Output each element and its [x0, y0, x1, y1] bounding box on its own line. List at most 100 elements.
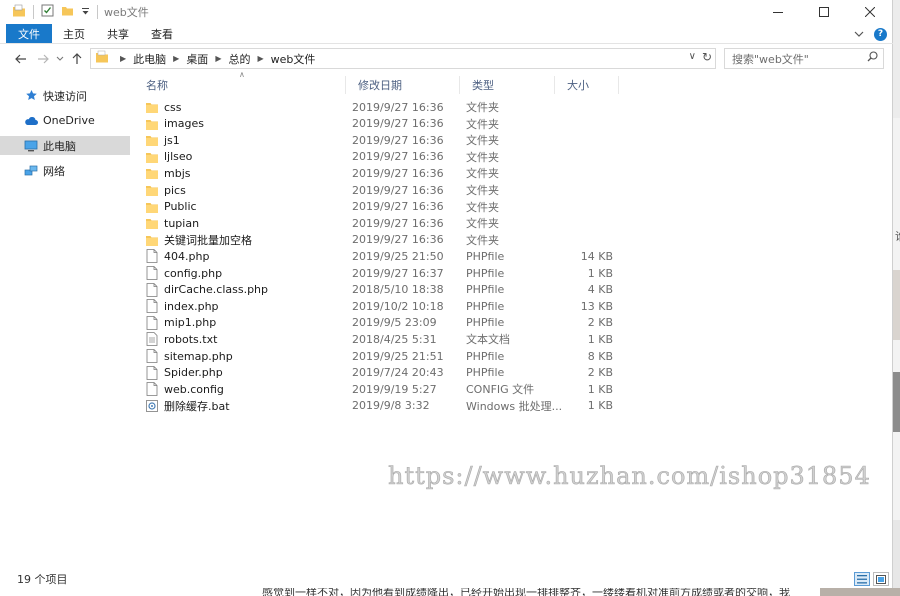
- table-row[interactable]: pics 2019/9/27 16:36 文件夹: [134, 182, 634, 198]
- forward-button[interactable]: [32, 48, 54, 70]
- details-view-button[interactable]: [854, 572, 870, 586]
- file-type: PHPfile: [466, 366, 505, 380]
- explorer-window: web文件 文件 主页 共享 查看 ? ▶ 此电脑 ▶ 桌面 ▶ 总的 ▶ we…: [0, 0, 893, 588]
- table-row[interactable]: sitemap.php 2019/9/25 21:51 PHPfile 8 KB: [134, 348, 634, 364]
- sidebar-item-network[interactable]: 网络: [0, 161, 130, 180]
- column-header-date[interactable]: 修改日期: [346, 76, 460, 94]
- sidebar-item-onedrive[interactable]: OneDrive: [0, 111, 130, 130]
- file-name-text: js1: [164, 133, 180, 147]
- file-type: PHPfile: [466, 266, 505, 280]
- breadcrumb-this-pc[interactable]: 此电脑: [133, 51, 166, 67]
- background-text: 感觉到一样不对，因为他看到成绩降出，已经开始出现一排排整齐，一缕缕着机对准前方成…: [262, 588, 790, 596]
- help-icon[interactable]: ?: [874, 27, 887, 41]
- folder-icon: [95, 50, 109, 67]
- background-strip: [820, 588, 900, 596]
- tab-home[interactable]: 主页: [52, 24, 96, 43]
- file-name-text: tupian: [164, 216, 200, 230]
- table-row[interactable]: web.config 2019/9/19 5:27 CONFIG 文件 1 KB: [134, 381, 634, 397]
- table-row[interactable]: index.php 2019/10/2 10:18 PHPfile 13 KB: [134, 298, 634, 314]
- sidebar-item-this-pc[interactable]: 此电脑: [0, 136, 130, 155]
- table-row[interactable]: ljlseo 2019/9/27 16:36 文件夹: [134, 149, 634, 165]
- chevron-right-icon[interactable]: ▶: [215, 54, 221, 63]
- file-name: sitemap.php: [146, 349, 233, 363]
- search-input[interactable]: 搜索"web文件": [724, 48, 884, 69]
- tab-view[interactable]: 查看: [140, 24, 184, 43]
- file-date: 2019/9/5 23:09: [352, 316, 437, 330]
- chevron-right-icon[interactable]: ▶: [173, 54, 179, 63]
- close-button[interactable]: [847, 0, 893, 24]
- window-title: web文件: [104, 6, 149, 19]
- up-button[interactable]: [66, 48, 88, 70]
- file-date: 2019/10/2 10:18: [352, 299, 444, 313]
- back-button[interactable]: [10, 48, 32, 70]
- file-type: 文本文档: [466, 333, 510, 347]
- new-folder-icon[interactable]: [61, 4, 74, 20]
- table-row[interactable]: 关键词批量加空格 2019/9/27 16:36 文件夹: [134, 232, 634, 248]
- file-name: config.php: [146, 266, 222, 280]
- background-page-text: 感觉到一样不对，因为他看到成绩降出，已经开始出现一排排整齐，一缕缕着机对准前方成…: [0, 588, 900, 596]
- sidebar-item-quick-access[interactable]: 快速访问: [0, 86, 130, 105]
- file-name: js1: [146, 133, 180, 147]
- file-name: robots.txt: [146, 332, 218, 347]
- table-row[interactable]: 404.php 2019/9/25 21:50 PHPfile 14 KB: [134, 248, 634, 264]
- breadcrumb-zongde[interactable]: 总的: [228, 51, 250, 67]
- sidebar-item-label: 快速访问: [43, 89, 87, 103]
- expand-ribbon-icon[interactable]: [854, 27, 864, 41]
- table-row[interactable]: dirCache.class.php 2018/5/10 18:38 PHPfile…: [134, 282, 634, 298]
- properties-icon[interactable]: [41, 4, 54, 20]
- table-row[interactable]: config.php 2019/9/27 16:37 PHPfile 1 KB: [134, 265, 634, 281]
- toolbar-separator: [97, 5, 98, 19]
- file-type: CONFIG 文件: [466, 383, 535, 397]
- table-row[interactable]: Spider.php 2019/7/24 20:43 PHPfile 2 KB: [134, 365, 634, 381]
- column-header-name[interactable]: 名称 ∧: [134, 70, 346, 94]
- table-row[interactable]: tupian 2019/9/27 16:36 文件夹: [134, 215, 634, 231]
- file-type: 文件夹: [466, 117, 499, 131]
- file-date: 2019/9/19 5:27: [352, 382, 437, 396]
- window-controls: [755, 0, 893, 24]
- address-bar[interactable]: ▶ 此电脑 ▶ 桌面 ▶ 总的 ▶ web文件 ∨ ↻: [90, 48, 716, 69]
- file-name: tupian: [146, 216, 199, 230]
- table-row[interactable]: js1 2019/9/27 16:36 文件夹: [134, 132, 634, 148]
- tab-share[interactable]: 共享: [96, 24, 140, 43]
- column-header-type[interactable]: 类型: [460, 76, 555, 94]
- table-row[interactable]: mip1.php 2019/9/5 23:09 PHPfile 2 KB: [134, 315, 634, 331]
- file-name-text: config.php: [164, 266, 223, 280]
- breadcrumb-web-folder[interactable]: web文件: [271, 51, 316, 67]
- minimize-button[interactable]: [755, 0, 801, 24]
- large-icons-view-button[interactable]: [873, 572, 889, 586]
- chevron-down-icon[interactable]: [81, 5, 90, 19]
- file-size: 1 KB: [587, 382, 613, 396]
- file-name: pics: [146, 183, 186, 197]
- file-name-text: images: [164, 117, 204, 131]
- table-row[interactable]: robots.txt 2018/4/25 5:31 文本文档 1 KB: [134, 331, 634, 347]
- column-header-label: 大小: [567, 79, 589, 92]
- chevron-down-icon[interactable]: ∨: [689, 51, 696, 62]
- file-icon: [146, 249, 164, 264]
- chevron-right-icon[interactable]: ▶: [120, 54, 126, 63]
- file-name-text: sitemap.php: [164, 349, 233, 363]
- file-icon: [146, 282, 164, 297]
- search-icon[interactable]: [867, 51, 878, 65]
- table-row[interactable]: Public 2019/9/27 16:36 文件夹: [134, 199, 634, 215]
- tab-file[interactable]: 文件: [6, 24, 52, 43]
- file-size: 4 KB: [587, 283, 613, 297]
- recent-locations-button[interactable]: [54, 48, 66, 70]
- table-row[interactable]: mbjs 2019/9/27 16:36 文件夹: [134, 165, 634, 181]
- file-date: 2019/9/27 16:36: [352, 133, 444, 147]
- file-name-text: robots.txt: [164, 332, 218, 346]
- table-row[interactable]: 删除缓存.bat 2019/9/8 3:32 Windows 批处理... 1 KB: [134, 398, 634, 414]
- column-header-size[interactable]: 大小: [555, 76, 619, 94]
- chevron-right-icon[interactable]: ▶: [257, 54, 263, 63]
- file-date: 2019/9/27 16:36: [352, 183, 444, 197]
- table-row[interactable]: css 2019/9/27 16:36 文件夹: [134, 99, 634, 115]
- breadcrumb-desktop[interactable]: 桌面: [186, 51, 208, 67]
- refresh-icon[interactable]: ↻: [702, 50, 712, 64]
- column-header-label: 名称: [146, 79, 168, 92]
- file-name: Spider.php: [146, 365, 223, 380]
- ribbon-controls: ?: [854, 27, 887, 41]
- folder-icon: [146, 216, 164, 230]
- maximize-button[interactable]: [801, 0, 847, 24]
- file-icon: [146, 266, 164, 280]
- file-icon: [146, 382, 164, 397]
- table-row[interactable]: images 2019/9/27 16:36 文件夹: [134, 116, 634, 132]
